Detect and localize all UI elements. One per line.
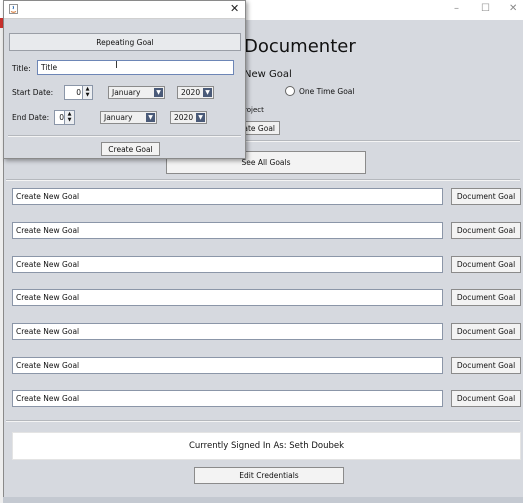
radio-circle-icon[interactable] (285, 86, 295, 96)
goal-row: Create New Goal Document Goal (12, 323, 521, 340)
goal-input[interactable]: Create New Goal (12, 256, 443, 273)
title-input[interactable]: Title (37, 60, 234, 75)
document-goal-button[interactable]: Document Goal (451, 222, 521, 239)
goal-row: Create New Goal Document Goal (12, 390, 521, 407)
goal-input[interactable]: Create New Goal (12, 222, 443, 239)
document-goal-button[interactable]: Document Goal (451, 188, 521, 205)
spinner-arrows-icon[interactable]: ▲ ▼ (82, 86, 92, 99)
start-day-spinner[interactable]: 0 ▲ ▼ (64, 85, 93, 100)
chevron-down-icon[interactable]: ▼ (146, 113, 155, 122)
edit-credentials-label: Edit Credentials (239, 471, 299, 480)
dialog-divider (8, 135, 241, 137)
app-title: Documenter (244, 36, 356, 57)
dialog-titlebar: ✕ (4, 1, 245, 19)
goal-row: Create New Goal Document Goal (12, 256, 521, 273)
end-day-spinner[interactable]: 0 ▲ ▼ (54, 110, 75, 125)
end-year-select[interactable]: 2020 ▼ (170, 111, 207, 124)
start-date-label: Start Date: (12, 88, 54, 97)
repeating-goal-header: Repeating Goal (9, 33, 241, 51)
minimize-button[interactable]: – (454, 3, 459, 14)
create-goal-button[interactable]: Create Goal (101, 142, 160, 156)
new-goal-heading: New Goal (244, 69, 292, 80)
goal-row: Create New Goal Document Goal (12, 188, 521, 205)
end-date-label: End Date: (12, 113, 50, 122)
start-year-value: 2020 (181, 88, 201, 97)
goal-row: Create New Goal Document Goal (12, 357, 521, 374)
see-all-goals-label: See All Goals (241, 158, 291, 167)
one-time-goal-label: One Time Goal (299, 86, 355, 96)
start-day-value: 0 (76, 88, 81, 97)
document-goal-button[interactable]: Document Goal (451, 390, 521, 407)
divider (6, 420, 520, 422)
document-goal-button[interactable]: Document Goal (451, 357, 521, 374)
dialog-close-button[interactable]: ✕ (230, 2, 239, 15)
signed-in-status: Currently Signed In As: Seth Doubek (12, 432, 521, 460)
maximize-button[interactable]: ☐ (481, 3, 490, 14)
start-month-select[interactable]: January ▼ (108, 86, 165, 99)
end-month-select[interactable]: January ▼ (100, 111, 157, 124)
end-year-value: 2020 (174, 113, 194, 122)
goal-row: Create New Goal Document Goal (12, 222, 521, 239)
divider (6, 179, 520, 181)
goal-input[interactable]: Create New Goal (12, 323, 443, 340)
signed-in-text: Currently Signed In As: Seth Doubek (188, 441, 345, 451)
one-time-goal-radio[interactable]: One Time Goal (285, 86, 354, 96)
text-cursor-icon: I (115, 60, 118, 71)
create-goal-label: Create Goal (108, 144, 153, 154)
repeating-goal-dialog: ✕ Repeating Goal Title: Title I Start Da… (3, 0, 246, 159)
goal-input[interactable]: Create New Goal (12, 188, 443, 205)
document-goal-button[interactable]: Document Goal (451, 289, 521, 306)
start-year-select[interactable]: 2020 ▼ (177, 86, 214, 99)
repeating-goal-label: Repeating Goal (96, 37, 154, 47)
project-radio-label: roject (244, 106, 264, 114)
java-app-icon (9, 4, 18, 14)
chevron-down-icon[interactable]: ▼ (203, 88, 212, 97)
end-month-value: January (104, 113, 133, 122)
edit-credentials-button[interactable]: Edit Credentials (194, 467, 344, 484)
start-month-value: January (112, 88, 141, 97)
spinner-arrows-icon[interactable]: ▲ ▼ (64, 111, 74, 124)
chevron-down-icon[interactable]: ▼ (196, 113, 205, 122)
goal-input[interactable]: Create New Goal (12, 357, 443, 374)
close-window-button[interactable]: ✕ (509, 3, 517, 14)
title-label: Title: (12, 64, 31, 73)
document-goal-button[interactable]: Document Goal (451, 323, 521, 340)
background-taskbar (3, 497, 523, 503)
goal-input[interactable]: Create New Goal (12, 390, 443, 407)
document-goal-button[interactable]: Document Goal (451, 256, 521, 273)
goal-row: Create New Goal Document Goal (12, 289, 521, 306)
chevron-down-icon[interactable]: ▼ (154, 88, 163, 97)
goal-input[interactable]: Create New Goal (12, 289, 443, 306)
